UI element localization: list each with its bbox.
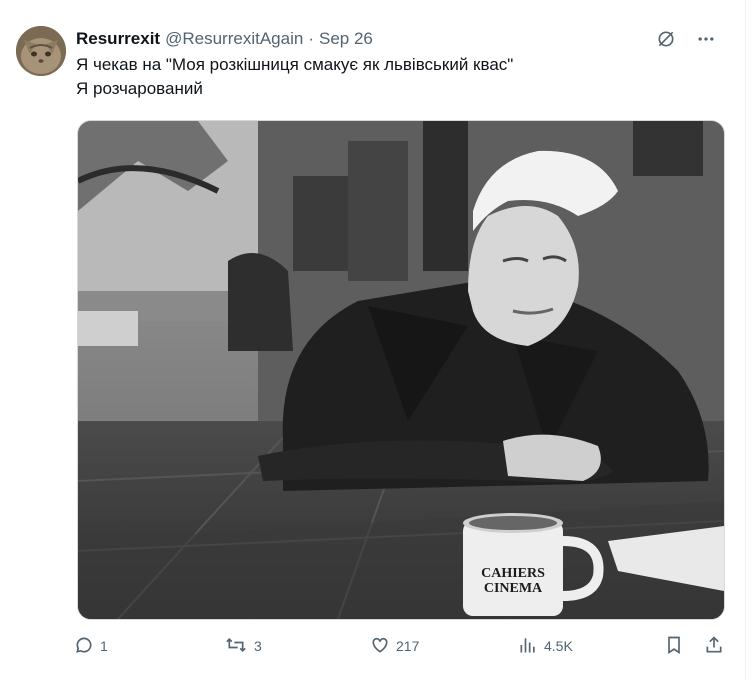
share-icon	[704, 635, 724, 658]
tweet-header: Resurrexit @ResurrexitAgain · Sep 26	[76, 28, 373, 50]
repost-button[interactable]: 3	[224, 632, 262, 660]
photo-image	[78, 121, 724, 619]
tweet-text-line-1: Я чекав на "Моя розкішниця смакує як льв…	[76, 55, 514, 74]
bookmark-icon	[664, 635, 684, 658]
mug-label-line-2: CINEMA	[483, 581, 543, 596]
tweet-card[interactable]: Resurrexit @ResurrexitAgain · Sep 26 Я ч…	[0, 0, 746, 680]
like-count: 217	[396, 638, 420, 654]
views-count: 4.5K	[544, 638, 573, 654]
more-icon[interactable]	[695, 28, 717, 50]
separator-dot: ·	[308, 29, 314, 48]
bookmark-button[interactable]	[664, 632, 684, 660]
reply-count: 1	[100, 638, 108, 654]
tweet-photo[interactable]: CAHIERS CINEMA	[77, 120, 725, 620]
reply-button[interactable]: 1	[74, 632, 108, 660]
display-name[interactable]: Resurrexit	[76, 29, 160, 49]
mug-label: CAHIERS CINEMA	[472, 566, 554, 596]
mug-label-line-1: CAHIERS	[481, 566, 545, 581]
views-icon	[518, 635, 538, 658]
avatar[interactable]	[16, 26, 66, 76]
views-button[interactable]: 4.5K	[518, 632, 573, 660]
tweet-text-line-2: Я розчарований	[76, 79, 203, 98]
share-button[interactable]	[704, 632, 724, 660]
avatar-cat-image	[16, 26, 66, 76]
user-handle[interactable]: @ResurrexitAgain	[165, 29, 303, 49]
like-button[interactable]: 217	[370, 632, 419, 660]
grok-icon[interactable]	[655, 28, 677, 50]
reply-icon	[74, 635, 94, 658]
tweet-text: Я чекав на "Моя розкішниця смакує як льв…	[76, 53, 513, 101]
tweet-top-actions	[655, 28, 717, 50]
tweet-date[interactable]: Sep 26	[319, 29, 373, 49]
repost-count: 3	[254, 638, 262, 654]
like-icon	[370, 635, 390, 658]
repost-icon	[224, 635, 248, 658]
tweet-actions: 1 3 217 4.5K	[74, 632, 730, 660]
